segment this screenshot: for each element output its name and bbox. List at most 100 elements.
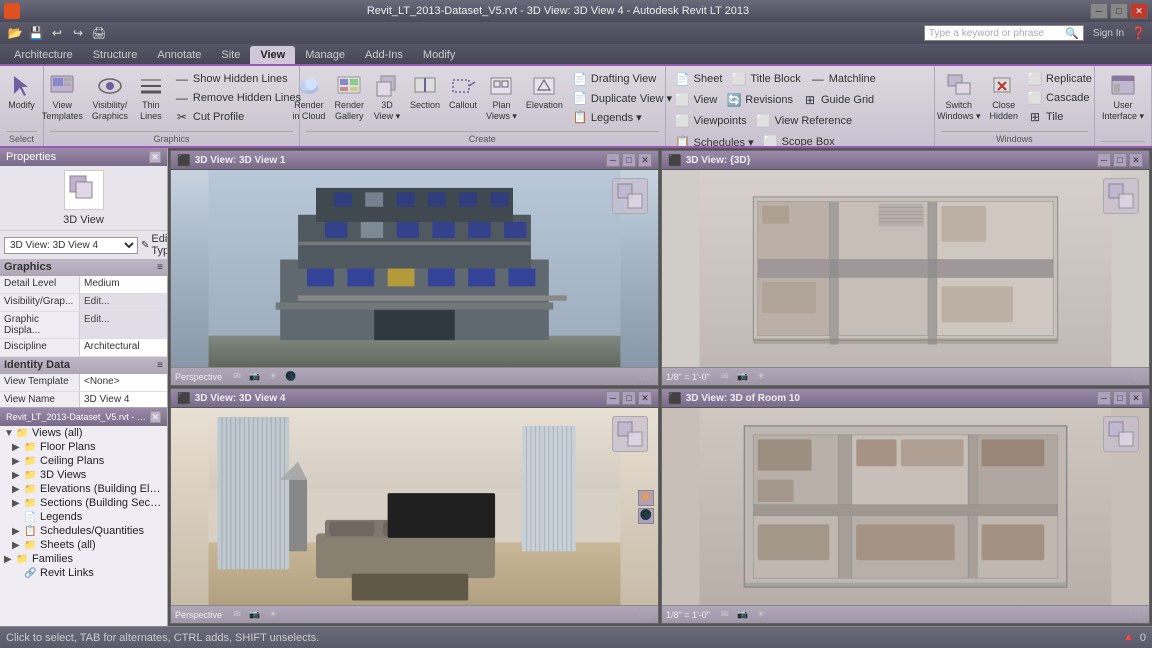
view4-content[interactable] — [662, 408, 1149, 605]
properties-collapse-button[interactable]: ✕ — [149, 151, 161, 163]
callout-button[interactable]: Callout — [446, 70, 480, 113]
render-gallery-button[interactable]: RenderGallery — [331, 70, 367, 124]
visibility-edit-button[interactable]: Edit... — [80, 294, 167, 311]
view2-content[interactable] — [662, 170, 1149, 367]
plan-views-button[interactable]: PlanViews ▾ — [483, 70, 520, 124]
search-box[interactable]: Type a keyword or phrase 🔍 — [924, 25, 1084, 41]
viewpoints-button[interactable]: ⬜ Viewpoints — [672, 112, 750, 130]
3d-view-button[interactable]: 3DView ▾ — [370, 70, 404, 124]
view2-footer-camera[interactable]: 📷 — [736, 370, 750, 384]
print-button[interactable]: 🖨 — [90, 24, 108, 42]
sheet-button[interactable]: 📄 Sheet — [672, 70, 726, 88]
view-selector-dropdown[interactable]: 3D View: 3D View 4 3D View: 3D View 1 3D… — [4, 237, 138, 254]
view1-close-button[interactable]: ✕ — [638, 153, 652, 167]
tree-item-sheets[interactable]: ▶ 📁 Sheets (all) — [0, 538, 167, 552]
project-browser-collapse-button[interactable]: ✕ — [150, 411, 161, 423]
view1-restore-button[interactable]: □ — [622, 153, 636, 167]
tab-site[interactable]: Site — [211, 46, 250, 64]
view1-footer-sun[interactable]: ☀ — [266, 370, 280, 384]
title-block-button[interactable]: ⬜ Title Block — [728, 70, 803, 88]
cut-profile-button[interactable]: ✂ Cut Profile — [171, 108, 304, 126]
close-button[interactable]: ✕ — [1130, 3, 1148, 19]
view1-nav-cube[interactable] — [612, 178, 648, 214]
view1-footer-shadows[interactable]: 🌑 — [284, 370, 298, 384]
minimize-button[interactable]: ─ — [1090, 3, 1108, 19]
user-interface-button[interactable]: UserInterface ▾ — [1099, 70, 1147, 124]
view3-side-btn1[interactable]: 🔆 — [638, 490, 654, 506]
view2-minimize-button[interactable]: ─ — [1097, 153, 1111, 167]
remove-hidden-lines-button[interactable]: — Remove Hidden Lines — [171, 89, 304, 107]
view2-nav-cube[interactable] — [1103, 178, 1139, 214]
tab-modify[interactable]: Modify — [413, 46, 465, 64]
guide-grid-button[interactable]: ⊞ Guide Grid — [799, 91, 877, 109]
open-button[interactable]: 📂 — [6, 24, 24, 42]
view-templates-button[interactable]: ViewTemplates — [39, 70, 86, 124]
view4-nav-cube[interactable] — [1103, 416, 1139, 452]
tab-structure[interactable]: Structure — [83, 46, 148, 64]
view4-footer-email[interactable]: ✉ — [718, 608, 732, 622]
view2-close-button[interactable]: ✕ — [1129, 153, 1143, 167]
legends-button[interactable]: 📋 Legends ▾ — [569, 108, 675, 126]
view4-restore-button[interactable]: □ — [1113, 391, 1127, 405]
show-hidden-lines-button[interactable]: — Show Hidden Lines — [171, 70, 304, 88]
tree-item-ceiling-plans[interactable]: ▶ 📁 Ceiling Plans — [0, 454, 167, 468]
tree-item-sections[interactable]: ▶ 📁 Sections (Building Section) — [0, 496, 167, 510]
revisions-button[interactable]: 🔄 Revisions — [723, 91, 796, 109]
view1-footer-email[interactable]: ✉ — [230, 370, 244, 384]
view1-minimize-button[interactable]: ─ — [606, 153, 620, 167]
save-button[interactable]: 💾 — [27, 24, 45, 42]
tree-item-revit-links[interactable]: 🔗 Revit Links — [0, 566, 167, 580]
view2-restore-button[interactable]: □ — [1113, 153, 1127, 167]
scope-box-button[interactable]: ⬜ Scope Box — [760, 133, 838, 148]
tab-addins[interactable]: Add-Ins — [355, 46, 413, 64]
edit-type-button[interactable]: ✎ Edit Type — [141, 233, 167, 257]
view3-content[interactable]: 🔆 🌑 — [171, 408, 658, 605]
tree-item-legends[interactable]: 📄 Legends — [0, 510, 167, 524]
replicate-button[interactable]: ⬜ Replicate — [1024, 70, 1095, 88]
tree-item-elevations[interactable]: ▶ 📁 Elevations (Building Elevation) — [0, 482, 167, 496]
render-cloud-button[interactable]: Renderin Cloud — [289, 70, 328, 124]
view-reference-button[interactable]: ⬜ View Reference — [753, 112, 855, 130]
view3-close-button[interactable]: ✕ — [638, 391, 652, 405]
view2-footer-sun[interactable]: ☀ — [754, 370, 768, 384]
tab-manage[interactable]: Manage — [295, 46, 355, 64]
schedules-button[interactable]: 📋 Schedules ▾ — [672, 133, 757, 148]
view4-footer-camera[interactable]: 📷 — [736, 608, 750, 622]
tab-annotate[interactable]: Annotate — [147, 46, 211, 64]
view3-side-btn2[interactable]: 🌑 — [638, 508, 654, 524]
view3-restore-button[interactable]: □ — [622, 391, 636, 405]
view1-content[interactable] — [171, 170, 658, 367]
view3-minimize-button[interactable]: ─ — [606, 391, 620, 405]
drafting-view-button[interactable]: 📄 Drafting View — [569, 70, 675, 88]
view3-footer-camera[interactable]: 📷 — [248, 608, 262, 622]
view3-nav-cube[interactable] — [612, 416, 648, 452]
sign-in-button[interactable]: Sign In — [1093, 28, 1124, 39]
tile-button[interactable]: ⊞ Tile — [1024, 108, 1095, 126]
undo-button[interactable]: ↩ — [48, 24, 66, 42]
switch-windows-button[interactable]: SwitchWindows ▾ — [934, 70, 984, 124]
view4-footer-sun[interactable]: ☀ — [754, 608, 768, 622]
tree-item-schedules[interactable]: ▶ 📋 Schedules/Quantities — [0, 524, 167, 538]
graphic-display-edit-button[interactable]: Edit... — [80, 312, 167, 338]
tree-item-families[interactable]: ▶ 📁 Families — [0, 552, 167, 566]
matchline-button[interactable]: — Matchline — [807, 70, 879, 88]
tree-item-floor-plans[interactable]: ▶ 📁 Floor Plans — [0, 440, 167, 454]
cascade-button[interactable]: ⬜ Cascade — [1024, 89, 1095, 107]
view3-footer-sun[interactable]: ☀ — [266, 608, 280, 622]
tree-item-3d-views[interactable]: ▶ 📁 3D Views — [0, 468, 167, 482]
help-button[interactable]: ❓ — [1131, 26, 1146, 40]
view4-close-button[interactable]: ✕ — [1129, 391, 1143, 405]
view1-footer-camera[interactable]: 📷 — [248, 370, 262, 384]
thin-lines-button[interactable]: ThinLines — [134, 70, 168, 124]
elevation-button[interactable]: Elevation — [523, 70, 566, 113]
view2-footer-email[interactable]: ✉ — [718, 370, 732, 384]
modify-button[interactable]: Modify — [5, 70, 39, 113]
tab-architecture[interactable]: Architecture — [4, 46, 83, 64]
tab-view[interactable]: View — [250, 46, 295, 64]
redo-button[interactable]: ↪ — [69, 24, 87, 42]
restore-button[interactable]: □ — [1110, 3, 1128, 19]
section-button[interactable]: Section — [407, 70, 443, 113]
visibility-graphics-button[interactable]: Visibility/Graphics — [89, 70, 131, 124]
close-hidden-button[interactable]: CloseHidden — [987, 70, 1022, 124]
duplicate-view-button[interactable]: 📄 Duplicate View ▾ — [569, 89, 675, 107]
